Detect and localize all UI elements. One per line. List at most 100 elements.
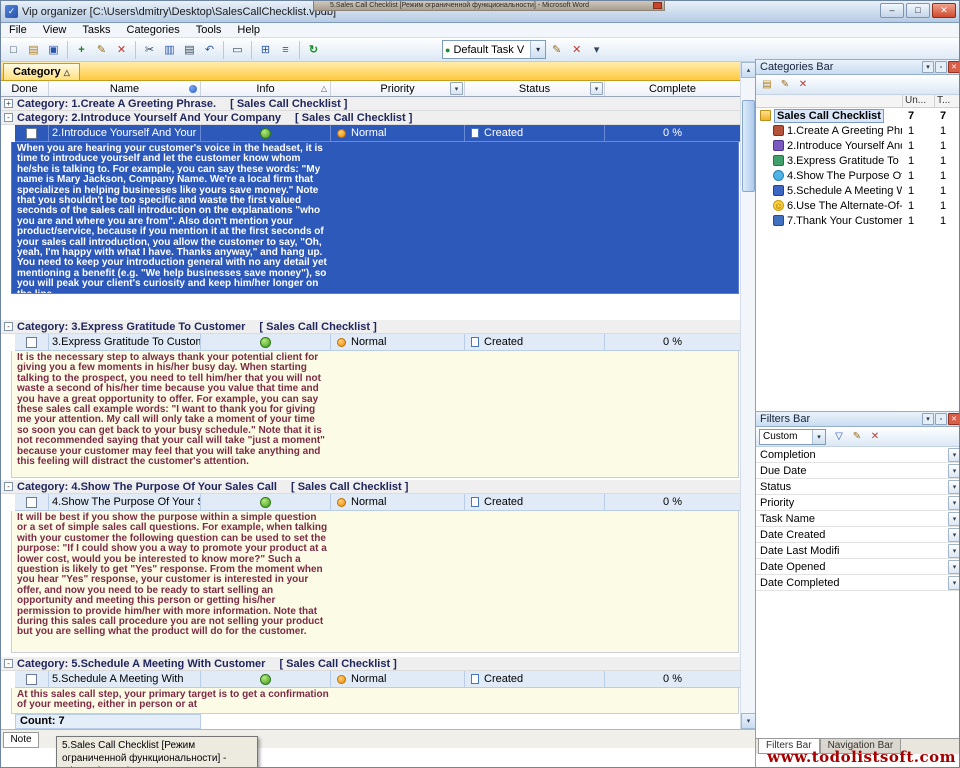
column-header-name[interactable]: Name <box>49 81 201 96</box>
scroll-up-icon[interactable]: ▴ <box>741 62 756 78</box>
column-header-priority[interactable]: Priority▾ <box>331 81 465 96</box>
category-tree-item[interactable]: 5.Schedule A Meeting Wit 1 1 <box>756 183 960 198</box>
close-button[interactable]: ✕ <box>932 3 956 18</box>
scroll-down-icon[interactable]: ▾ <box>741 713 756 729</box>
expand-icon[interactable]: + <box>4 99 13 108</box>
task-name-cell[interactable]: 4.Show The Purpose Of Your Sales <box>49 494 201 511</box>
undo-icon[interactable]: ↶ <box>200 40 219 59</box>
status-cell[interactable]: Created <box>465 671 605 688</box>
tab-note[interactable]: Note <box>3 732 39 748</box>
menu-tasks[interactable]: Tasks <box>74 23 118 38</box>
status-cell[interactable]: Created <box>465 334 605 351</box>
dropdown-arrow-icon[interactable]: ▾ <box>948 480 960 494</box>
dropdown-arrow-icon[interactable]: ▾ <box>948 576 960 590</box>
complete-cell[interactable]: 0 % <box>605 125 740 142</box>
view-grid-icon[interactable]: ⊞ <box>256 40 275 59</box>
menu-help[interactable]: Help <box>229 23 268 38</box>
edit-category-icon[interactable]: ✎ <box>777 77 793 93</box>
combo-dropdown-icon[interactable]: ▾ <box>812 430 825 444</box>
scrollbar-thumb[interactable] <box>742 100 755 192</box>
done-checkbox[interactable] <box>26 674 37 685</box>
add-task-icon[interactable]: + <box>72 40 91 59</box>
panel-float-icon[interactable]: ▫ <box>935 61 947 73</box>
edit-view-icon[interactable]: ✎ <box>547 40 566 59</box>
cut-icon[interactable]: ✂ <box>140 40 159 59</box>
filter-row[interactable]: Date Opened ▾ <box>756 559 960 575</box>
group-by-category-tab[interactable]: Category△ <box>3 63 80 80</box>
task-row[interactable]: 3.Express Gratitude To Customer Normal C… <box>1 334 740 351</box>
menu-file[interactable]: File <box>1 23 35 38</box>
dropdown-arrow-icon[interactable]: ▾ <box>948 512 960 526</box>
new-category-icon[interactable]: ▤ <box>759 77 775 93</box>
task-view-combobox[interactable]: ● Default Task V ▾ <box>442 40 546 59</box>
status-cell[interactable]: Created <box>465 125 605 142</box>
dropdown-arrow-icon[interactable]: ▾ <box>948 528 960 542</box>
filter-dropdown-icon[interactable]: ▾ <box>450 82 463 95</box>
vertical-scrollbar[interactable]: ▴ ▾ <box>740 62 755 729</box>
dropdown-arrow-icon[interactable]: ▾ <box>948 560 960 574</box>
done-checkbox[interactable] <box>26 497 37 508</box>
filter-row[interactable]: Due Date ▾ <box>756 463 960 479</box>
panel-float-icon[interactable]: ▫ <box>935 413 947 425</box>
clear-filter-icon[interactable]: ✕ <box>867 429 883 445</box>
category-group-header[interactable]: + Category: 1.Create A Greeting Phrase. … <box>1 97 740 111</box>
maximize-button[interactable]: □ <box>906 3 930 18</box>
save-icon[interactable]: ▣ <box>44 40 63 59</box>
dropdown-arrow-icon[interactable]: ▾ <box>948 448 960 462</box>
column-header-done[interactable]: Done <box>1 81 49 96</box>
collapse-icon[interactable]: - <box>4 659 13 668</box>
category-group-header[interactable]: - Category: 2.Introduce Yourself And You… <box>1 111 740 125</box>
filter-dropdown-icon[interactable]: ▾ <box>590 82 603 95</box>
view-menu-icon[interactable]: ▾ <box>587 40 606 59</box>
filter-row[interactable]: Priority ▾ <box>756 495 960 511</box>
panel-menu-icon[interactable]: ▾ <box>922 61 934 73</box>
category-tree-item[interactable]: 3.Express Gratitude To Cu 1 1 <box>756 153 960 168</box>
sync-icon[interactable]: ↻ <box>304 40 323 59</box>
task-row[interactable]: 5.Schedule A Meeting With Normal Created… <box>1 671 740 688</box>
category-group-header[interactable]: - Category: 5.Schedule A Meeting With Cu… <box>1 657 740 671</box>
category-group-header[interactable]: - Category: 3.Express Gratitude To Custo… <box>1 320 740 334</box>
paste-icon[interactable]: ▤ <box>180 40 199 59</box>
category-tree-root[interactable]: Sales Call Checklist 7 7 <box>756 108 960 123</box>
edit-task-icon[interactable]: ✎ <box>92 40 111 59</box>
category-tree-item[interactable]: ☺ 6.Use The Alternate-Of-Ch 1 1 <box>756 198 960 213</box>
filter-row[interactable]: Task Name ▾ <box>756 511 960 527</box>
filter-row[interactable]: Date Completed ▾ <box>756 575 960 591</box>
filter-row[interactable]: Status ▾ <box>756 479 960 495</box>
menu-view[interactable]: View <box>35 23 75 38</box>
open-folder-icon[interactable]: ▤ <box>24 40 43 59</box>
filter-preset-combobox[interactable]: Custom ▾ <box>759 429 826 445</box>
panel-menu-icon[interactable]: ▾ <box>922 413 934 425</box>
panel-close-icon[interactable]: ✕ <box>948 413 960 425</box>
panel-close-icon[interactable]: ✕ <box>948 61 960 73</box>
column-total[interactable]: T... <box>934 95 960 107</box>
priority-cell[interactable]: Normal <box>331 671 465 688</box>
print-icon[interactable]: ▭ <box>228 40 247 59</box>
category-tree-item[interactable]: 1.Create A Greeting Phras 1 1 <box>756 123 960 138</box>
priority-cell[interactable]: Normal <box>331 125 465 142</box>
delete-task-icon[interactable]: ✕ <box>112 40 131 59</box>
category-group-header[interactable]: - Category: 4.Show The Purpose Of Your S… <box>1 480 740 494</box>
filter-row[interactable]: Completion ▾ <box>756 447 960 463</box>
dropdown-arrow-icon[interactable]: ▾ <box>948 464 960 478</box>
priority-cell[interactable]: Normal <box>331 494 465 511</box>
menu-categories[interactable]: Categories <box>119 23 188 38</box>
menu-tools[interactable]: Tools <box>188 23 230 38</box>
status-cell[interactable]: Created <box>465 494 605 511</box>
column-header-complete[interactable]: Complete <box>605 81 740 96</box>
dropdown-arrow-icon[interactable]: ▾ <box>948 496 960 510</box>
task-name-cell[interactable]: 5.Schedule A Meeting With <box>49 671 201 688</box>
task-row[interactable]: 4.Show The Purpose Of Your Sales Normal … <box>1 494 740 511</box>
collapse-icon[interactable]: - <box>4 322 13 331</box>
copy-icon[interactable]: ▥ <box>160 40 179 59</box>
category-tree-item[interactable]: 4.Show The Purpose Of Y 1 1 <box>756 168 960 183</box>
background-close-icon[interactable] <box>653 2 662 9</box>
collapse-icon[interactable]: - <box>4 113 13 122</box>
delete-view-icon[interactable]: ✕ <box>567 40 586 59</box>
complete-cell[interactable]: 0 % <box>605 334 740 351</box>
priority-cell[interactable]: Normal <box>331 334 465 351</box>
task-name-cell[interactable]: 2.Introduce Yourself And Your <box>49 125 201 142</box>
column-header-status[interactable]: Status▾ <box>465 81 605 96</box>
save-filter-icon[interactable]: ▽ <box>831 429 847 445</box>
view-list-icon[interactable]: ≡ <box>276 40 295 59</box>
